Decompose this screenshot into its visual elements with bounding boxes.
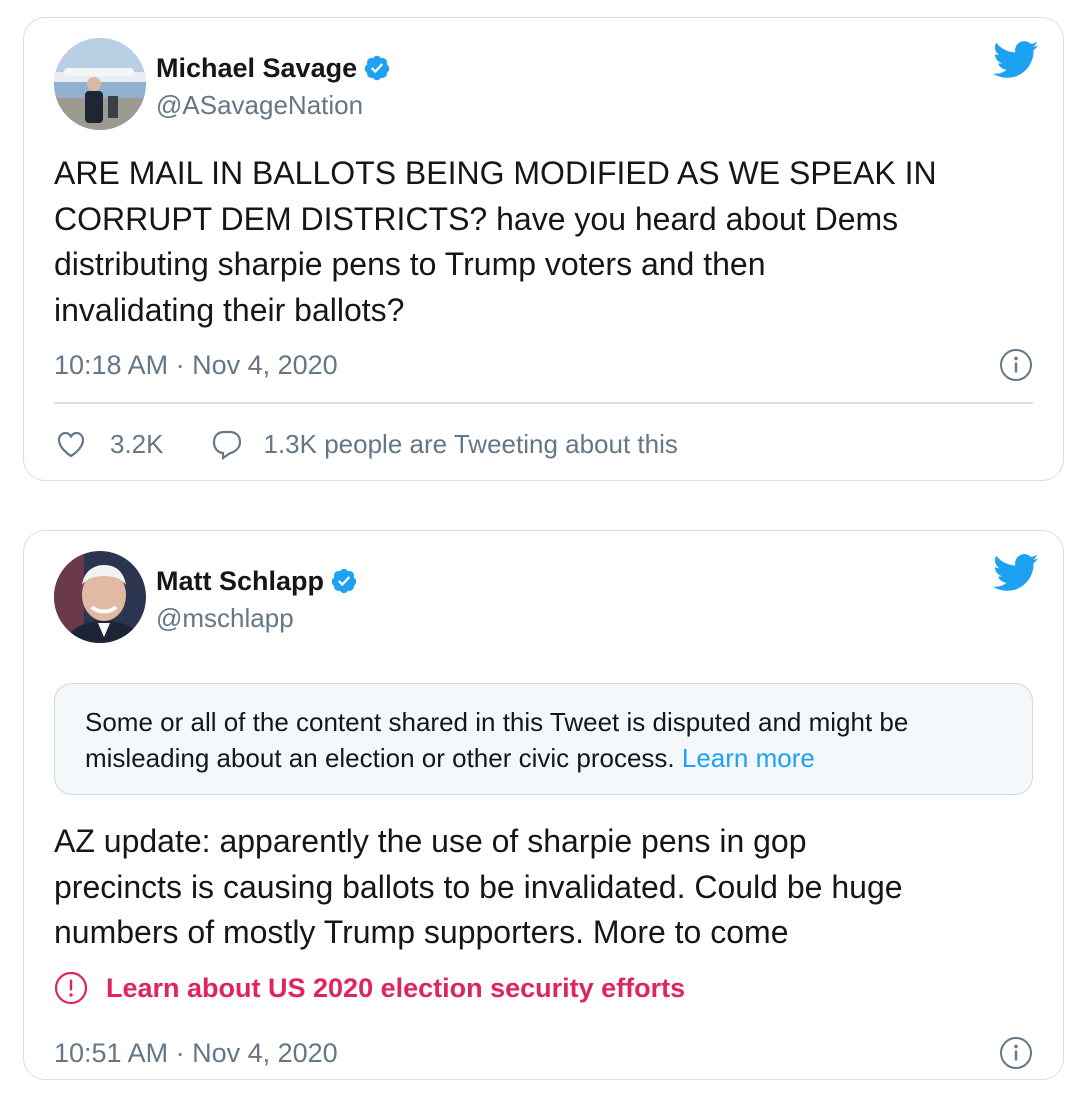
conversation-action[interactable]: 1.3K people are Tweeting about this (210, 427, 678, 461)
tweet-actions: 3.2K 1.3K people are Tweeting about this (54, 426, 678, 462)
reply-bubble-icon[interactable] (210, 427, 244, 461)
twitter-bird-icon[interactable] (993, 40, 1039, 80)
election-info-link[interactable]: Learn about US 2020 election security ef… (54, 971, 685, 1005)
twitter-bird-icon[interactable] (993, 553, 1039, 593)
tweet-timestamp[interactable]: 10:51 AM · Nov 4, 2020 (54, 1036, 338, 1070)
author-name[interactable]: Matt Schlapp (156, 563, 324, 599)
like-count: 3.2K (110, 428, 164, 459)
disputed-notice: Some or all of the content shared in thi… (54, 683, 1033, 795)
tweet-card[interactable]: Michael Savage @ASavageNation ARE MAIL I… (23, 17, 1064, 481)
tweet-card[interactable]: Matt Schlapp @mschlapp Some or all of th… (23, 530, 1064, 1080)
author-handle[interactable]: @mschlapp (156, 601, 294, 635)
tweet-timestamp[interactable]: 10:18 AM · Nov 4, 2020 (54, 348, 338, 382)
learn-more-link[interactable]: Learn more (682, 743, 815, 773)
heart-icon[interactable] (54, 427, 88, 461)
tweet-text: AZ update: apparently the use of sharpie… (54, 823, 903, 950)
alert-circle-icon (54, 971, 88, 1005)
election-link-text[interactable]: Learn about US 2020 election security ef… (106, 971, 685, 1005)
info-icon[interactable] (999, 348, 1033, 382)
tweet-text: ARE MAIL IN BALLOTS BEING MODIFIED AS WE… (54, 155, 937, 328)
conversation-text: 1.3K people are Tweeting about this (263, 428, 678, 459)
info-icon[interactable] (999, 1036, 1033, 1070)
like-action[interactable]: 3.2K (54, 427, 164, 461)
author-handle[interactable]: @ASavageNation (156, 88, 363, 122)
avatar[interactable] (54, 38, 146, 130)
avatar[interactable] (54, 551, 146, 643)
divider (54, 402, 1033, 404)
verified-badge-icon (331, 568, 357, 594)
verified-badge-icon (364, 55, 390, 81)
author-name[interactable]: Michael Savage (156, 50, 357, 86)
